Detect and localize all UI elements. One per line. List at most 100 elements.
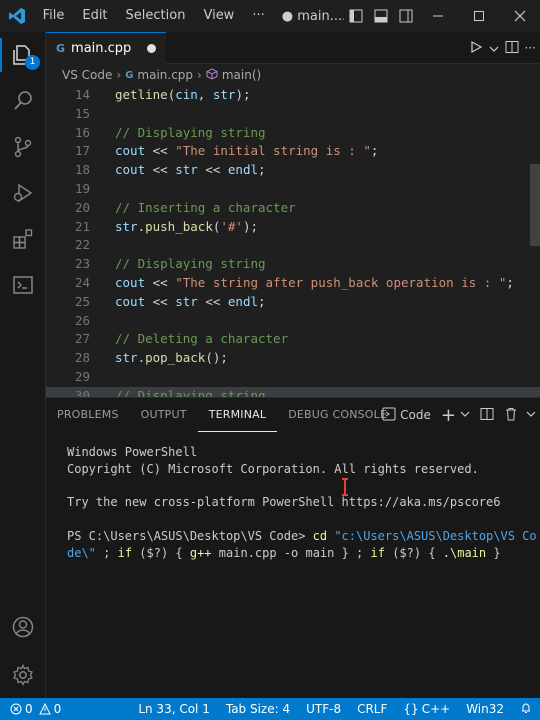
terminal-line: Copyright (C) Microsoft Corporation. All… [67, 461, 479, 476]
code-text: cout << "The string after push_back oper… [115, 275, 514, 290]
code-text: // Deleting a character [115, 331, 289, 347]
unsaved-dot-icon[interactable] [147, 44, 157, 53]
cpp-file-icon: G [56, 42, 66, 55]
code-text: // Inserting a character [115, 199, 296, 215]
code-line[interactable]: 23 // Displaying string [46, 255, 540, 274]
run-dropdown-chevron-icon[interactable] [489, 39, 499, 58]
code-line[interactable]: 25 cout << str << endl; [46, 293, 540, 312]
terminal-dropdown-chevron-icon[interactable] [460, 408, 470, 422]
code-line[interactable]: 27 // Deleting a character [46, 330, 540, 349]
code-line[interactable]: 15 [46, 105, 540, 124]
maximize-icon[interactable] [459, 0, 500, 32]
code-text: // Displaying string [115, 387, 266, 397]
code-text: // Displaying string [115, 124, 266, 140]
menu-file[interactable]: File [34, 0, 74, 32]
code-text: cout << str << endl; [115, 162, 266, 178]
line-number: 20 [74, 199, 90, 215]
split-terminal-icon[interactable] [480, 407, 494, 424]
code-line[interactable]: 20 // Inserting a character [46, 199, 540, 218]
error-icon [10, 703, 22, 715]
end-of-line[interactable]: CRLF [349, 702, 395, 716]
terminal-command-line: PS C:\Users\ASUS\Desktop\VS Code> cd "c:… [67, 528, 537, 543]
explorer-badge: 1 [25, 55, 40, 70]
tab-debug-console[interactable]: DEBUG CONSOLE [277, 398, 398, 432]
close-window-icon[interactable] [499, 0, 540, 32]
breadcrumb: VS Code › G main.cpp › main() [46, 64, 540, 86]
code-line[interactable]: 19 [46, 180, 540, 199]
chevron-right-icon: › [197, 68, 202, 82]
settings-gear-icon[interactable] [0, 652, 46, 698]
run-file-icon[interactable] [469, 39, 483, 58]
minimize-icon[interactable] [418, 0, 459, 32]
run-debug-icon[interactable] [0, 170, 46, 216]
more-actions-icon[interactable]: ··· [525, 41, 536, 55]
code-line[interactable]: 21 str.push_back('#'); [46, 218, 540, 237]
menu-edit[interactable]: Edit [73, 0, 116, 32]
tab-main-cpp[interactable]: G main.cpp [46, 32, 166, 64]
breadcrumb-folder[interactable]: VS Code [62, 68, 112, 82]
code-line[interactable]: 29 [46, 368, 540, 387]
line-number: 25 [74, 293, 90, 309]
code-line[interactable]: 26 [46, 312, 540, 331]
new-terminal-plus-icon[interactable]: + [441, 405, 456, 426]
editor-scrollbar-thumb[interactable] [530, 164, 540, 246]
tab-output[interactable]: OUTPUT [130, 398, 198, 432]
activity-bar: 1 [0, 32, 46, 698]
problems-status[interactable]: 0 0 [0, 702, 69, 716]
line-number: 23 [74, 256, 90, 272]
code-line[interactable]: 18 cout << str << endl; [46, 161, 540, 180]
line-number: 16 [74, 124, 90, 140]
encoding[interactable]: UTF-8 [298, 702, 349, 716]
platform[interactable]: Win32 [458, 702, 512, 716]
tab-problems[interactable]: PROBLEMS [46, 398, 130, 432]
toggle-primary-sidebar-icon[interactable] [344, 0, 369, 32]
accounts-icon[interactable] [0, 604, 46, 650]
remote-explorer-icon[interactable] [0, 262, 46, 308]
code-line[interactable]: 24 cout << "The string after push_back op… [46, 274, 540, 293]
toggle-panel-icon[interactable] [368, 0, 393, 32]
split-editor-icon[interactable] [505, 39, 519, 58]
menu-selection[interactable]: Selection [117, 0, 195, 32]
language-mode[interactable]: {} C++ [395, 702, 458, 716]
code-line[interactable]: 22 [46, 236, 540, 255]
toggle-secondary-sidebar-icon[interactable] [393, 0, 418, 32]
terminal-name[interactable]: Code [400, 408, 431, 422]
warning-icon [38, 703, 51, 715]
breadcrumb-file[interactable]: main.cpp [137, 68, 193, 82]
tab-size[interactable]: Tab Size: 4 [218, 702, 298, 716]
notifications-bell-icon[interactable] [512, 702, 540, 717]
line-number: 22 [74, 237, 90, 253]
line-number: 27 [74, 331, 90, 347]
tab-terminal[interactable]: TERMINAL [197, 399, 278, 432]
breadcrumb-symbol[interactable]: main() [222, 68, 261, 82]
line-number: 24 [74, 275, 90, 290]
symbol-method-icon [206, 67, 218, 83]
source-control-icon[interactable] [0, 124, 46, 170]
menu-view[interactable]: View [194, 0, 243, 32]
line-number: 30 [74, 387, 90, 397]
cpp-file-icon: G [125, 69, 134, 81]
line-number: 15 [74, 105, 90, 121]
window-title: ● main.... [281, 8, 344, 24]
chevron-right-icon: › [116, 68, 122, 82]
editor-tab-bar: G main.cpp ··· [46, 32, 540, 64]
code-editor[interactable]: 14 getline(cin, str); 15 16 // Displaying st… [46, 86, 540, 397]
trash-icon[interactable] [504, 407, 518, 424]
cursor-position[interactable]: Ln 33, Col 1 [130, 702, 218, 716]
code-line[interactable]: 30 // Displaying string [46, 386, 540, 397]
terminal-output[interactable]: Windows PowerShell Copyright (C) Microsof… [67, 444, 537, 562]
title-bar: File Edit Selection View ··· ● main.... [0, 0, 540, 32]
line-number: 29 [74, 369, 90, 384]
explorer-icon[interactable]: 1 [0, 32, 46, 78]
code-line[interactable]: 17 cout << "The initial string is : "; [46, 142, 540, 161]
code-line[interactable]: 16 // Displaying string [46, 124, 540, 143]
extensions-icon[interactable] [0, 216, 46, 262]
panel-more-chevron-icon[interactable] [526, 408, 536, 422]
search-icon[interactable] [0, 78, 46, 124]
code-text: cout << "The initial string is : "; [115, 143, 379, 159]
line-number: 19 [74, 181, 90, 196]
code-line[interactable]: 14 getline(cin, str); [46, 86, 540, 105]
menu-more[interactable]: ··· [243, 0, 273, 32]
code-line[interactable]: 28 str.pop_back(); [46, 349, 540, 368]
line-number: 26 [74, 312, 90, 328]
